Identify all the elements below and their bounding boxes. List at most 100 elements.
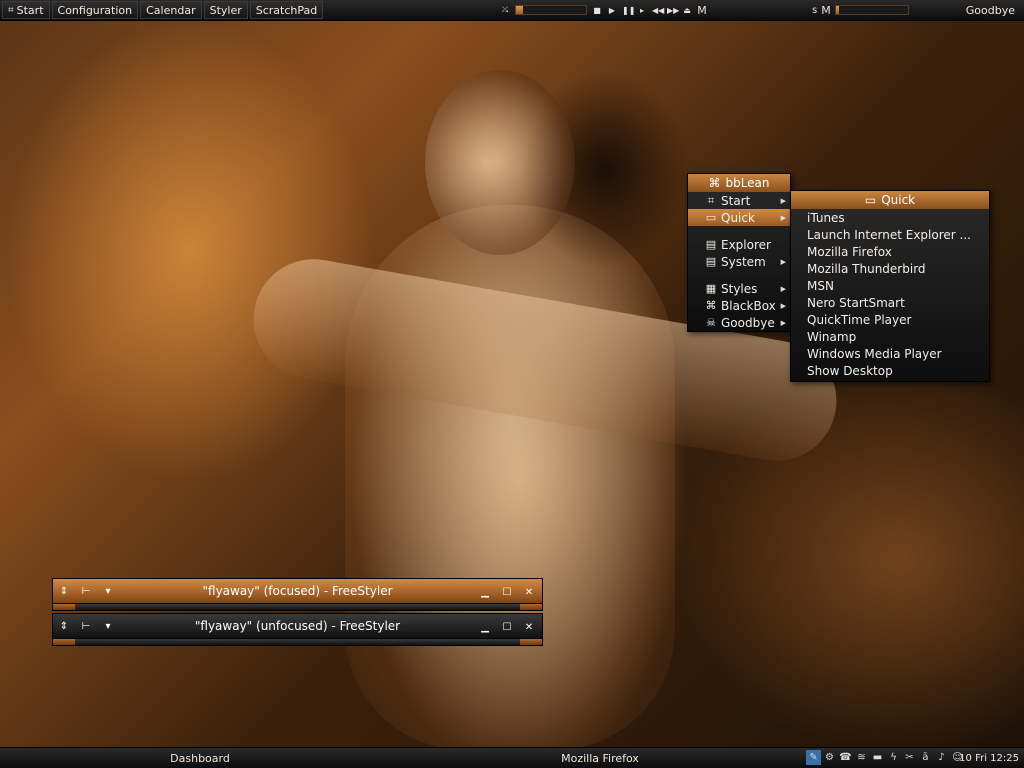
- monitor-icon[interactable]: ▬: [870, 750, 885, 765]
- submenu-arrow-icon: ▶: [780, 301, 786, 310]
- submenu-arrow-icon: ▶: [780, 196, 786, 205]
- phone-icon[interactable]: ☎: [838, 750, 853, 765]
- maximize-icon[interactable]: ☐: [496, 581, 518, 603]
- window-title: "flyaway" (focused) - FreeStyler: [202, 584, 393, 598]
- fast-forward-icon[interactable]: ▶▶: [667, 6, 679, 15]
- quick-submenu: ▭ Quick iTunes Launch Internet Explorer …: [790, 190, 990, 382]
- pen-icon[interactable]: ✎: [806, 750, 821, 765]
- quick-item-nero[interactable]: Nero StartSmart: [791, 294, 989, 311]
- media-progress-fill: [516, 6, 523, 14]
- window-titlebar[interactable]: ⇕ ⊢ ▾ "flyaway" (unfocused) - FreeStyler…: [52, 613, 543, 639]
- styler-button[interactable]: Styler: [203, 1, 248, 19]
- resize-grip-right[interactable]: [520, 639, 542, 645]
- menu-separator: [688, 226, 790, 236]
- quick-item-itunes[interactable]: iTunes: [791, 209, 989, 226]
- desktop-wallpaper: [0, 0, 1024, 768]
- quick-item-thunderbird[interactable]: Mozilla Thunderbird: [791, 260, 989, 277]
- freestyler-window-focused: ⇕ ⊢ ▾ "flyaway" (focused) - FreeStyler ▁…: [52, 578, 543, 611]
- menu-item-blackbox[interactable]: ⌘ BlackBox ▶: [688, 297, 790, 314]
- bblean-root-menu: ⌘ bbLean ⌗ Start ▶ ▭ Quick ▶ ▤ Explorer …: [687, 173, 791, 332]
- wallpaper-figure-head: [425, 70, 575, 255]
- window-handle[interactable]: [52, 639, 543, 646]
- blackbox-icon: ⌘: [705, 299, 717, 312]
- menu-item-explorer[interactable]: ▤ Explorer: [688, 236, 790, 253]
- submenu-arrow-icon: ▶: [780, 257, 786, 266]
- rewind-icon[interactable]: ◀◀: [652, 6, 664, 15]
- shuffle-icon[interactable]: ⤯: [500, 5, 510, 15]
- volume-area: s M: [812, 1, 909, 19]
- bblean-menu-title[interactable]: ⌘ bbLean: [688, 174, 790, 192]
- eject-icon[interactable]: ⏏: [682, 6, 692, 15]
- flash-icon[interactable]: ϟ: [886, 750, 901, 765]
- clock[interactable]: 10 Fri 12:25: [959, 749, 1019, 767]
- task-mozilla-firefox[interactable]: Mozilla Firefox: [400, 749, 800, 767]
- window-titlebar[interactable]: ⇕ ⊢ ▾ "flyaway" (focused) - FreeStyler ▁…: [52, 578, 543, 604]
- minimize-icon[interactable]: ▁: [474, 581, 496, 603]
- menu-item-styles[interactable]: ▦ Styles ▶: [688, 280, 790, 297]
- quick-menu-title[interactable]: ▭ Quick: [791, 191, 989, 209]
- menu-item-system[interactable]: ▤ System ▶: [688, 253, 790, 270]
- audio-icon[interactable]: ā: [918, 750, 933, 765]
- handle-bar: [75, 639, 520, 645]
- task-dashboard[interactable]: Dashboard: [0, 749, 400, 767]
- system-tray: ✎ ⚙ ☎ ≋ ▬ ϟ ✂ ā ♪ ☺: [806, 750, 965, 766]
- computer-icon: ▤: [705, 238, 717, 251]
- resize-grip-right[interactable]: [520, 604, 542, 610]
- quick-item-media-player[interactable]: Windows Media Player: [791, 345, 989, 362]
- quick-item-winamp[interactable]: Winamp: [791, 328, 989, 345]
- resize-grip-left[interactable]: [53, 604, 75, 610]
- blackbox-icon: ⌘: [708, 176, 721, 190]
- tool-icon[interactable]: ✂: [902, 750, 917, 765]
- palette-icon: ▦: [705, 282, 717, 295]
- chevron-down-icon[interactable]: ▾: [97, 580, 119, 602]
- quick-item-internet-explorer[interactable]: Launch Internet Explorer ...: [791, 226, 989, 243]
- handle-bar: [75, 604, 520, 610]
- configuration-button[interactable]: Configuration: [51, 1, 139, 19]
- folder-icon: ▭: [864, 193, 877, 207]
- scratchpad-button[interactable]: ScratchPad: [249, 1, 324, 19]
- pin-icon[interactable]: ⊢: [75, 615, 97, 637]
- menu-item-quick[interactable]: ▭ Quick ▶: [688, 209, 790, 226]
- minimize-icon[interactable]: ▁: [474, 616, 496, 638]
- pin-icon[interactable]: ⊢: [75, 580, 97, 602]
- chevron-down-icon[interactable]: ▾: [97, 615, 119, 637]
- folder-icon: ▭: [705, 211, 717, 224]
- shade-icon[interactable]: ⇕: [53, 580, 75, 602]
- quick-item-firefox[interactable]: Mozilla Firefox: [791, 243, 989, 260]
- pause-icon[interactable]: ❚❚: [622, 6, 635, 15]
- close-icon[interactable]: ✕: [518, 616, 540, 638]
- freestyler-window-unfocused: ⇕ ⊢ ▾ "flyaway" (unfocused) - FreeStyler…: [52, 613, 543, 646]
- media-mode-label[interactable]: M: [697, 4, 707, 17]
- blackbox-icon: ⌗: [707, 193, 715, 207]
- speaker-icon[interactable]: ♪: [934, 750, 949, 765]
- window-handle[interactable]: [52, 604, 543, 611]
- menu-item-goodbye[interactable]: ☠ Goodbye ▶: [688, 314, 790, 331]
- play-icon[interactable]: ▶: [607, 6, 617, 15]
- shade-icon[interactable]: ⇕: [53, 615, 75, 637]
- volume-s-label: s: [812, 4, 818, 16]
- volume-slider-fill: [835, 6, 840, 14]
- start-button[interactable]: ⌗ Start: [2, 1, 50, 19]
- media-controls: ⤯ ■ ▶ ❚❚ ▸ ◀◀ ▶▶ ⏏ M: [500, 1, 707, 19]
- goodbye-button[interactable]: Goodbye: [961, 1, 1020, 19]
- media-progress-bar[interactable]: [515, 5, 587, 15]
- quick-item-quicktime[interactable]: QuickTime Player: [791, 311, 989, 328]
- menu-separator: [688, 270, 790, 280]
- network-icon[interactable]: ⚙: [822, 750, 837, 765]
- quick-item-msn[interactable]: MSN: [791, 277, 989, 294]
- close-icon[interactable]: ✕: [518, 581, 540, 603]
- calendar-button[interactable]: Calendar: [140, 1, 202, 19]
- volume-m-label: M: [821, 3, 831, 17]
- stop-icon[interactable]: ■: [592, 6, 602, 15]
- resize-grip-left[interactable]: [53, 639, 75, 645]
- submenu-arrow-icon: ▶: [780, 213, 786, 222]
- next-icon[interactable]: ▸: [637, 6, 647, 15]
- submenu-arrow-icon: ▶: [780, 284, 786, 293]
- quick-item-show-desktop[interactable]: Show Desktop: [791, 362, 989, 381]
- menu-item-start[interactable]: ⌗ Start ▶: [688, 192, 790, 209]
- submenu-arrow-icon: ▶: [780, 318, 786, 327]
- volume-slider[interactable]: [834, 5, 909, 15]
- maximize-icon[interactable]: ☐: [496, 616, 518, 638]
- bottom-taskbar: Dashboard Mozilla Firefox ✎ ⚙ ☎ ≋ ▬ ϟ ✂ …: [0, 747, 1024, 768]
- wifi-icon[interactable]: ≋: [854, 750, 869, 765]
